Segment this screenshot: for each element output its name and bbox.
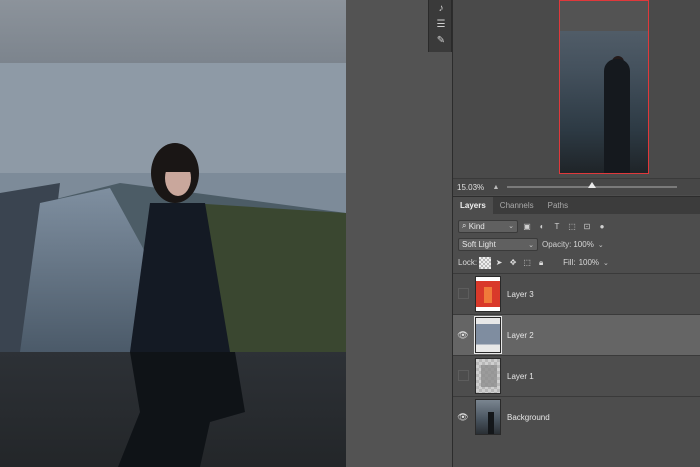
tool-strip: ♪ ☰ ✎: [428, 0, 452, 52]
chevron-down-icon: ⌄: [508, 223, 514, 230]
pixel-layer-filter-icon[interactable]: ▣: [521, 220, 533, 232]
right-panels: 15.03% ▲ Layers Channels Paths ⌕ Kind ⌄ …: [452, 0, 700, 467]
layer-thumbnail: [474, 316, 502, 354]
zoom-out-mountain-icon[interactable]: ▲: [489, 184, 503, 191]
layer-name: Layer 3: [507, 289, 534, 299]
opacity-label: Opacity:: [542, 240, 572, 249]
layer-thumbnail: [475, 399, 501, 435]
panel-tabs: Layers Channels Paths: [453, 196, 700, 215]
search-icon: ⌕: [462, 221, 469, 230]
eye-icon[interactable]: 👁︎: [453, 412, 473, 423]
layers-list: Layer 3 👁︎ Layer 2 Layer 1 👁︎ Background: [453, 273, 700, 437]
layer-name: Background: [507, 412, 550, 422]
type-layer-filter-icon[interactable]: T: [551, 220, 563, 232]
blend-row: Soft Light ⌄ Opacity: 100% ⌄: [453, 236, 700, 253]
cursor-arrow-icon: ➤: [495, 258, 503, 267]
canvas-photo-art: [0, 63, 346, 352]
opacity-chevron-icon[interactable]: ⌄: [598, 241, 604, 249]
zoom-row: 15.03% ▲: [453, 178, 700, 195]
layer-row-layer-2[interactable]: 👁︎ Layer 2: [453, 314, 700, 355]
visibility-toggle-off-icon[interactable]: [453, 370, 473, 383]
navigator-panel: [453, 0, 700, 178]
tab-channels[interactable]: Channels: [493, 197, 541, 215]
layer-row-layer-1[interactable]: Layer 1: [453, 355, 700, 396]
lock-label: Lock:: [458, 258, 478, 267]
layer-name: Layer 1: [507, 371, 534, 381]
document-canvas[interactable]: [0, 0, 346, 467]
fill-value[interactable]: 100%: [579, 258, 599, 267]
canvas-image-bottom-band: [0, 352, 346, 467]
lock-transparency-icon[interactable]: [479, 256, 492, 269]
fill-label: Fill:: [563, 258, 576, 267]
adjust-sliders-icon[interactable]: ☰: [429, 16, 453, 32]
navigator-preview-top: [560, 1, 648, 31]
filter-kind-dropdown[interactable]: ⌕ Kind ⌄: [458, 219, 518, 233]
lock-artboard-icon[interactable]: ⬚: [521, 257, 533, 269]
layer-name: Layer 2: [507, 330, 534, 340]
navigator-preview-figure: [604, 59, 630, 173]
eye-icon[interactable]: 👁︎: [453, 330, 473, 341]
opacity-value[interactable]: 100%: [573, 240, 593, 249]
fill-chevron-icon[interactable]: ⌄: [603, 259, 609, 267]
canvas-photo-bottom-art: [118, 352, 245, 467]
blend-mode-dropdown[interactable]: Soft Light ⌄: [458, 238, 538, 251]
lock-position-icon[interactable]: ✥: [507, 257, 519, 269]
layer-row-layer-3[interactable]: Layer 3: [453, 273, 700, 314]
filter-kind-label: Kind: [468, 221, 485, 231]
adjustment-layer-filter-icon[interactable]: ◐: [536, 220, 548, 232]
filter-toggle-icon[interactable]: ●: [596, 220, 608, 232]
pasteboard: [346, 0, 428, 467]
layer-row-background[interactable]: 👁︎ Background: [453, 396, 700, 437]
zoom-value[interactable]: 15.03%: [453, 183, 489, 192]
navigator-preview[interactable]: [559, 0, 649, 174]
shape-layer-filter-icon[interactable]: ⬚: [566, 220, 578, 232]
chevron-down-icon: ⌄: [528, 241, 534, 249]
layer-thumbnail: [475, 276, 501, 312]
zoom-slider[interactable]: [507, 182, 677, 188]
blend-mode-label: Soft Light: [462, 240, 496, 249]
brush-settings-icon[interactable]: ✎: [429, 32, 453, 48]
smart-object-filter-icon[interactable]: ⊡: [581, 220, 593, 232]
layer-thumbnail: [475, 358, 501, 394]
canvas-image-layer2-region: [0, 63, 346, 352]
tab-layers[interactable]: Layers: [453, 197, 493, 215]
layer-filter-row: ⌕ Kind ⌄ ▣ ◐ T ⬚ ⊡ ●: [453, 217, 700, 235]
lock-row: Lock: ➤ ✥ ⬚ 🔒︎ Fill: 100% ⌄: [453, 254, 700, 271]
brush-stack-icon[interactable]: ♪: [429, 0, 453, 16]
canvas-image-top-band: [0, 0, 346, 63]
zoom-slider-thumb[interactable]: [588, 182, 596, 188]
tab-paths[interactable]: Paths: [541, 197, 575, 215]
visibility-toggle-off-icon[interactable]: [453, 288, 473, 301]
lock-all-icon[interactable]: 🔒︎: [535, 257, 547, 269]
